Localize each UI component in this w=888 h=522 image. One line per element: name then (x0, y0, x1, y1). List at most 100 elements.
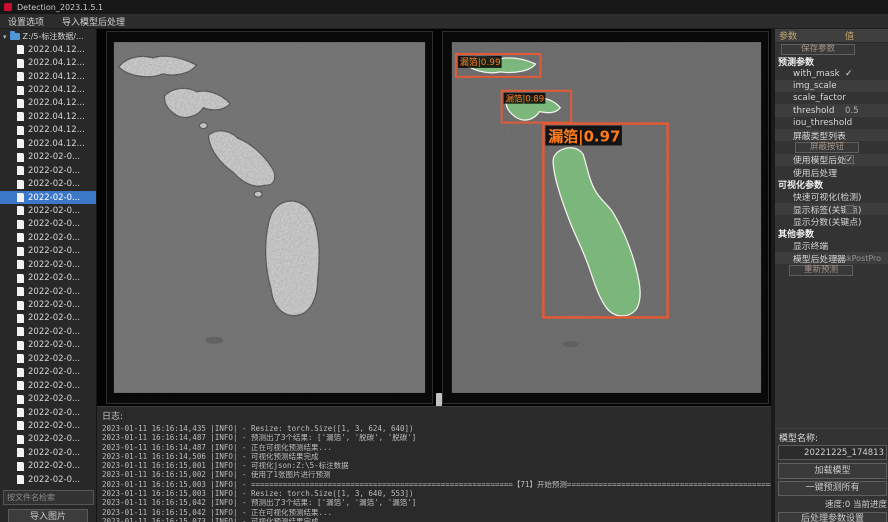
tree-item[interactable]: 2022.04.12... (0, 70, 97, 83)
import-images-button[interactable]: 导入图片 (8, 509, 88, 522)
tree-item[interactable]: 2022-02-0... (0, 473, 97, 486)
tree-item[interactable]: 2022-02-0... (0, 352, 97, 365)
tree-item[interactable]: 2022-02-0... (0, 285, 97, 298)
file-icon (17, 354, 24, 363)
window-title: Detection_2023.1.5.1 (17, 3, 103, 12)
tree-item[interactable]: 2022-02-0... (0, 231, 97, 244)
chevron-down-icon[interactable]: ▾ (3, 33, 7, 41)
tree-item[interactable]: 2022-02-0... (0, 419, 97, 432)
original-image (107, 32, 432, 403)
tree-item[interactable]: 2022-02-0... (0, 379, 97, 392)
tree-item-label: 2022.04.12... (28, 58, 85, 68)
log-line: 2023-01-11 16:16:15,073 |INFO| - 可视化预测结果… (102, 517, 771, 522)
tree-item-label: 2022-02-0... (28, 354, 80, 364)
tree-item[interactable]: 2022-02-0... (0, 204, 97, 217)
tree-item[interactable]: 2022-02-0... (0, 218, 97, 231)
tree-item[interactable]: 2022-02-0... (0, 271, 97, 284)
tree-item-label: 2022-02-0... (28, 179, 80, 189)
tree-item[interactable]: 2022.04.12... (0, 110, 97, 123)
file-icon (17, 206, 24, 215)
tree-item[interactable]: 2022.04.12... (0, 137, 97, 150)
log-line: 2023-01-11 16:16:14,506 |INFO| - 可视化预测结果… (102, 452, 771, 461)
log-line: 2023-01-11 16:16:15,042 |INFO| - 正在可视化预测… (102, 508, 771, 517)
predict-all-button[interactable]: 一键预测所有 (778, 481, 887, 496)
file-icon (17, 220, 24, 229)
tree-item[interactable]: 2022-02-0... (0, 406, 97, 419)
param-label: 屏蔽类型列表 (775, 129, 846, 142)
tree-item[interactable]: 2022-02-0... (0, 460, 97, 473)
file-icon (17, 59, 24, 68)
tree-item[interactable]: 2022.04.12... (0, 97, 97, 110)
file-icon (17, 435, 24, 444)
tree-item[interactable]: 2022.04.12... (0, 124, 97, 137)
tree-item-label: 2022-02-0... (28, 394, 80, 404)
param-row: 显示终端 (775, 240, 888, 252)
param-row: img_scale (775, 80, 888, 92)
param-label: img_scale (775, 81, 837, 91)
file-icon (17, 327, 24, 336)
tree-item[interactable]: 2022-02-0... (0, 245, 97, 258)
search-input[interactable] (3, 490, 94, 505)
tree-item[interactable]: 2022-02-0... (0, 191, 97, 204)
param-button-row: 保存参数 (775, 43, 888, 55)
tree-item[interactable]: 2022.04.12... (0, 56, 97, 69)
file-icon (17, 475, 24, 484)
tree-item-label: 2022-02-0... (28, 340, 80, 350)
param-label: 显示终端 (775, 239, 828, 252)
param-section-header: 预测参数 (775, 55, 888, 67)
tree-item[interactable]: 2022-02-0... (0, 339, 97, 352)
file-icon (17, 260, 24, 269)
tree-item[interactable]: 2022-02-0... (0, 433, 97, 446)
tree-item-label: 2022-02-0... (28, 206, 80, 216)
tree-item[interactable]: 2022-02-0... (0, 151, 97, 164)
tree-item[interactable]: 2022-02-0... (0, 366, 97, 379)
param-row: 屏蔽类型列表 (775, 129, 888, 141)
prediction-image-panel[interactable]: 漏箔|0.99 漏箔|0.89 漏箔|0.97 (442, 31, 769, 404)
param-button[interactable]: 保存参数 (781, 44, 855, 55)
param-value-text: MaskPostPro (831, 254, 881, 263)
tree-item[interactable]: 2022-02-0... (0, 312, 97, 325)
folder-icon (10, 33, 20, 40)
tree-item[interactable]: 2022-02-0... (0, 258, 97, 271)
postprocess-settings-button[interactable]: 后处理参数设置 (778, 512, 887, 522)
tree-root[interactable]: ▾ Z:/5-标注数据/... (0, 30, 97, 43)
param-label: 使用模型后处理 (775, 153, 855, 166)
detection-label: 漏箔|0.99 (460, 56, 501, 68)
param-label: 使用后处理 (775, 166, 837, 179)
tree-item[interactable]: 2022-02-0... (0, 298, 97, 311)
panel-separator (775, 428, 888, 429)
file-icon (17, 381, 24, 390)
tree-item-label: 2022.04.12... (28, 112, 85, 122)
tree-item[interactable]: 2022.04.12... (0, 43, 97, 56)
checkbox[interactable]: ✓ (845, 155, 854, 164)
tree-item-label: 2022-02-0... (28, 260, 80, 270)
file-icon (17, 287, 24, 296)
tree-item[interactable]: 2022-02-0... (0, 446, 97, 459)
menu-settings[interactable]: 设置选项 (8, 15, 44, 28)
param-button[interactable]: 重新预测 (789, 265, 853, 276)
load-model-button[interactable]: 加载模型 (778, 463, 887, 479)
model-name-field[interactable]: 20221225_174813 (778, 445, 887, 460)
tree-item-label: 2022.04.12... (28, 125, 85, 135)
viewer-area: 漏箔|0.99 漏箔|0.89 漏箔|0.97 日志: 2023-01-11 1… (97, 29, 771, 522)
tree-item[interactable]: 2022-02-0... (0, 164, 97, 177)
tree-item[interactable]: 2022-02-0... (0, 392, 97, 405)
tree-item[interactable]: 2022-02-0... (0, 325, 97, 338)
prediction-image: 漏箔|0.99 漏箔|0.89 漏箔|0.97 (443, 32, 768, 403)
param-button[interactable]: 屏蔽按钮 (795, 142, 859, 153)
tree-item[interactable]: 2022-02-0... (0, 177, 97, 190)
detection-label: 漏箔|0.89 (506, 94, 545, 104)
log-line: 2023-01-11 16:16:15,002 |INFO| - 使用了1张图片… (102, 470, 771, 479)
file-icon (17, 153, 24, 162)
checkbox[interactable] (845, 205, 854, 214)
param-row: 使用模型后处理✓ (775, 154, 888, 166)
file-icon (17, 341, 24, 350)
tree-item-label: 2022-02-0... (28, 193, 80, 203)
original-image-panel[interactable] (106, 31, 433, 404)
tree-item[interactable]: 2022.04.12... (0, 83, 97, 96)
param-section-header: 可视化参数 (775, 178, 888, 190)
menu-import-postprocess[interactable]: 导入模型后处理 (62, 15, 125, 28)
param-value-text: 0.5 (845, 106, 859, 116)
tree-item-label: 2022-02-0... (28, 287, 80, 297)
param-section-header: 其他参数 (775, 227, 888, 239)
